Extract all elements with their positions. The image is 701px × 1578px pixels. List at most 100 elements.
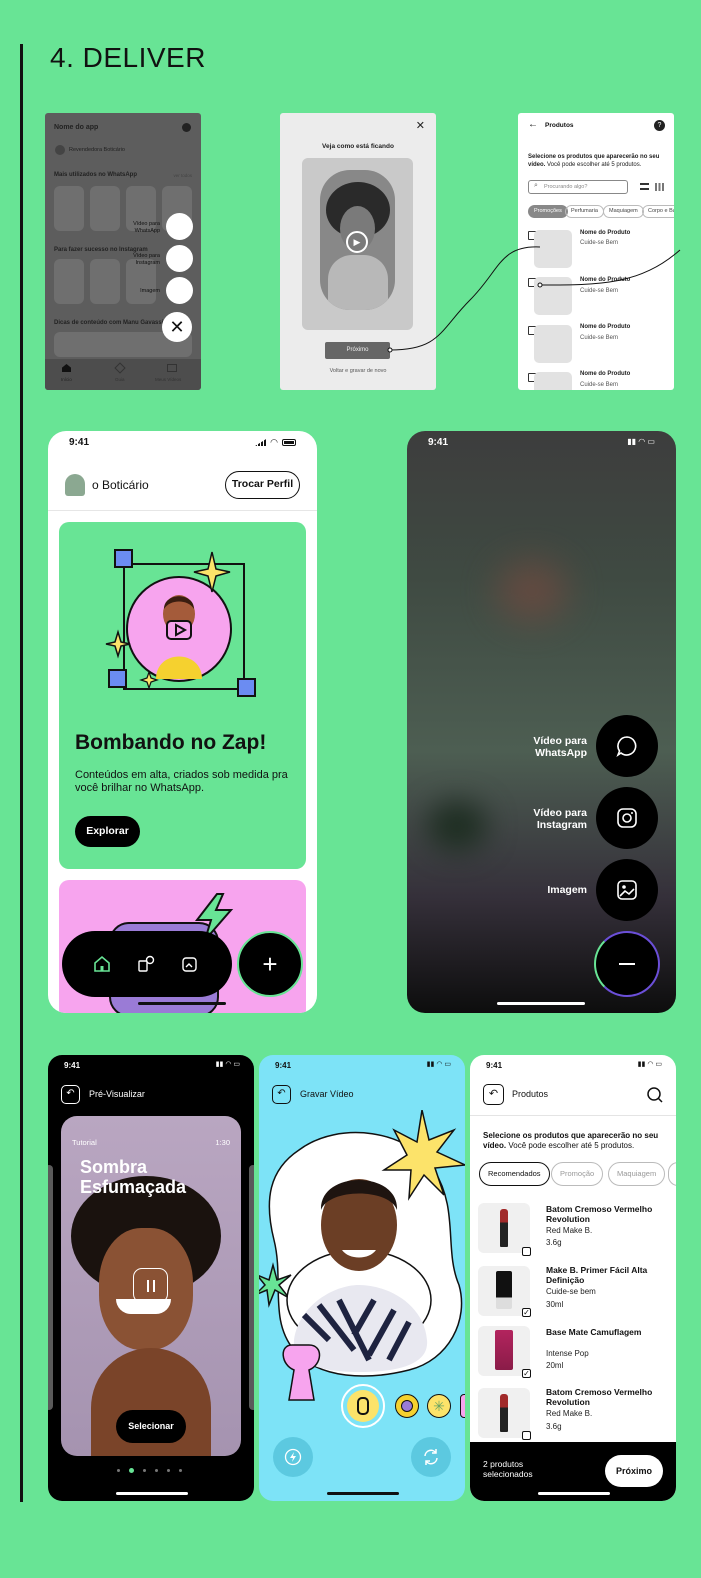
wf2-redo-link[interactable]: Voltar e gravar de novo	[280, 368, 436, 374]
pause-icon[interactable]	[133, 1268, 168, 1303]
wf-fab-instagram[interactable]	[166, 245, 193, 272]
section-title: 4. DELIVER	[50, 42, 206, 73]
profile-icon[interactable]	[182, 123, 191, 132]
wf-fab-label: Vídeo para Instagram	[133, 253, 160, 266]
record-effect-icon	[347, 1390, 379, 1422]
menu-label-image: Imagem	[547, 884, 587, 896]
phone-record: 9:41 ▮▮ ◠ ▭ ↶ Gravar Vídeo ✳	[259, 1055, 465, 1501]
menu-label-instagram: Vídeo para Instagram	[533, 807, 587, 831]
flash-icon	[284, 1448, 302, 1466]
chip-perfumaria[interactable]: Perfumaria	[565, 205, 604, 218]
video-card[interactable]: Tutorial 1:30 Sombra Esfumaçada Selecion…	[61, 1116, 241, 1456]
videos-icon[interactable]	[167, 364, 177, 372]
close-menu-button[interactable]	[594, 931, 660, 997]
effect-star-icon[interactable]: ✳	[427, 1394, 451, 1418]
search-input[interactable]: ⌕ Procurando algo?	[528, 180, 628, 194]
instagram-icon	[617, 808, 637, 828]
select-button[interactable]: Selecionar	[116, 1410, 186, 1443]
explore-button[interactable]: Explorar	[75, 816, 140, 847]
wf-bottom-nav	[45, 359, 201, 390]
wf-thumb[interactable]	[90, 259, 120, 304]
list-view-icon[interactable]	[640, 183, 649, 190]
chip-more[interactable]	[668, 1162, 676, 1186]
status-time: 9:41	[64, 1061, 81, 1070]
product-brand: Cuide-se Bem	[580, 382, 619, 388]
chip-recommended[interactable]: Recomendados	[479, 1162, 550, 1186]
effect-purple-icon[interactable]	[395, 1394, 419, 1418]
gallery-edit-icon[interactable]	[181, 955, 199, 973]
status-icons: ▮▮ ◠ ▭	[426, 1061, 451, 1068]
chip-makeup[interactable]: Maquiagem	[608, 1162, 666, 1186]
wf-see-all[interactable]: ver todos	[173, 173, 192, 178]
wf-fab-label: Vídeo para WhatsApp	[133, 221, 160, 234]
wf-fab-whatsapp[interactable]	[166, 213, 193, 240]
chip-maquiagem[interactable]: Maquiagem	[603, 205, 644, 218]
instagram-video-button[interactable]	[596, 787, 658, 849]
help-icon[interactable]: ?	[654, 120, 665, 131]
wf-thumb[interactable]	[54, 186, 84, 231]
signal-icon	[255, 439, 267, 446]
featured-illustration	[105, 549, 256, 697]
back-icon[interactable]: ↶	[272, 1085, 291, 1104]
status-icons: ◠	[255, 437, 296, 447]
record-illustration	[259, 1110, 465, 1401]
search-icon[interactable]	[646, 1086, 664, 1104]
wifi-icon: ◠	[270, 437, 278, 447]
video-duration: 1:30	[215, 1138, 230, 1147]
grid-view-icon[interactable]	[655, 183, 664, 191]
minus-icon	[619, 963, 635, 965]
effect-more-icon[interactable]	[460, 1394, 465, 1418]
product-size: 20ml	[546, 1361, 564, 1370]
wf-most-used: Mais utilizados no WhatsApp	[54, 172, 138, 178]
image-icon	[617, 880, 637, 900]
likes-icon[interactable]	[137, 955, 155, 973]
wf-tips: Dicas de conteúdo com Manu Gavassi	[54, 320, 164, 326]
product-image	[534, 372, 572, 390]
flash-button[interactable]	[273, 1437, 313, 1477]
whatsapp-video-button[interactable]	[596, 715, 658, 777]
product-checkbox[interactable]	[522, 1247, 531, 1256]
wf-reseller[interactable]: Revendedora Boticário	[69, 147, 125, 153]
plus-icon: +	[262, 949, 278, 979]
product-name: Batom Cremoso Vermelho Revolution	[546, 1204, 653, 1224]
blurred-background	[497, 561, 567, 621]
chip-promotion[interactable]: Promoção	[551, 1162, 604, 1186]
home-icon[interactable]	[93, 955, 111, 973]
product-brand: Red Make B.	[546, 1409, 593, 1418]
play-icon[interactable]: ▶	[346, 231, 368, 253]
wf-thumb[interactable]	[90, 186, 120, 231]
chip-promocoes[interactable]: Promoções	[528, 205, 568, 218]
chat-bubble-icon	[616, 736, 637, 758]
close-icon[interactable]: ✕	[416, 119, 425, 132]
prev-card-peek[interactable]	[48, 1165, 53, 1410]
create-button[interactable]: +	[237, 931, 303, 997]
chip-corpo[interactable]: Corpo e Ban	[642, 205, 674, 218]
wf-thumb[interactable]	[54, 259, 84, 304]
battery-icon	[282, 439, 296, 446]
home-indicator	[116, 1492, 188, 1495]
product-name: Base Mate Camuflagem	[546, 1327, 642, 1337]
product-checkbox-checked[interactable]: ✓	[522, 1369, 531, 1378]
wf-fab-image[interactable]	[166, 277, 193, 304]
featured-card[interactable]: Bombando no Zap! Conteúdos em alta, cria…	[59, 522, 306, 869]
back-icon[interactable]: ↶	[61, 1085, 80, 1104]
record-button[interactable]	[341, 1384, 385, 1428]
image-button[interactable]	[596, 859, 658, 921]
product-checkbox-checked[interactable]: ✓	[522, 1308, 531, 1317]
menu-label-whatsapp: Vídeo para WhatsApp	[533, 735, 587, 759]
header-divider	[48, 510, 317, 511]
back-icon[interactable]: ↶	[483, 1084, 504, 1105]
flip-camera-button[interactable]	[411, 1437, 451, 1477]
close-icon[interactable]: ✕	[162, 312, 192, 342]
phone-preview: 9:41 ▮▮ ◠ ▭ ↶ Pré-Visualizar Tutorial 1:…	[48, 1055, 254, 1501]
switch-profile-button[interactable]: Trocar Perfil	[225, 471, 300, 499]
product-image	[478, 1203, 530, 1253]
bottom-nav	[62, 931, 232, 997]
flow-connectors	[387, 246, 681, 353]
next-button[interactable]: Próximo	[605, 1455, 663, 1487]
next-card-peek[interactable]	[249, 1165, 254, 1410]
product-brand: Cuide-se bem	[546, 1287, 596, 1296]
back-arrow-icon[interactable]: ←	[528, 119, 538, 130]
status-time: 9:41	[275, 1061, 292, 1070]
product-checkbox[interactable]	[522, 1431, 531, 1440]
